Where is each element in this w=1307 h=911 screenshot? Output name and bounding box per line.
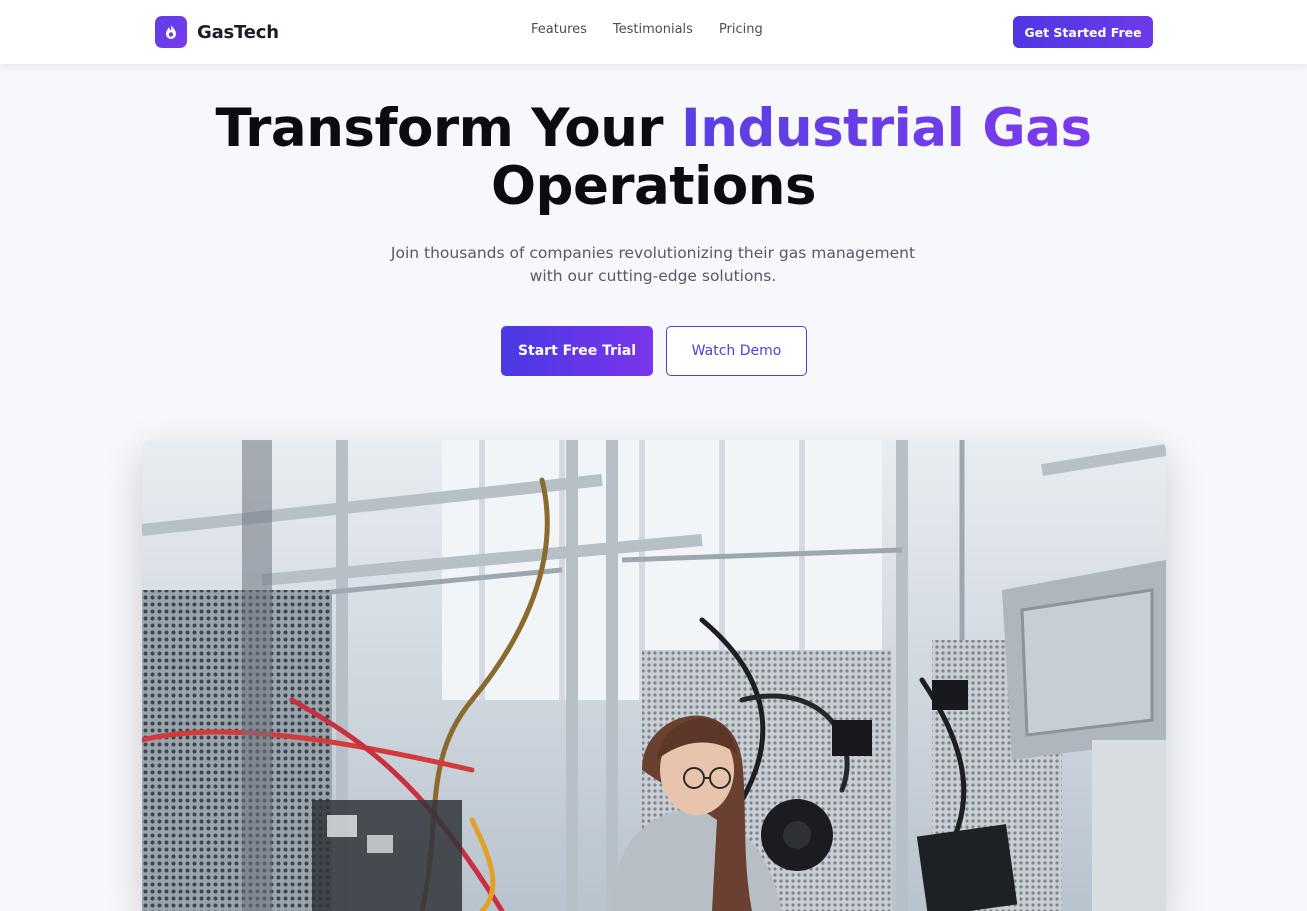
hero-title-plain: Transform Your (215, 98, 682, 159)
nav-link-pricing[interactable]: Pricing (719, 22, 763, 37)
hero-subtitle-line2: with our cutting-edge solutions. (529, 267, 777, 285)
hero-subtitle: Join thousands of companies revolutioniz… (353, 242, 953, 288)
hero-subtitle-line1: Join thousands of companies revolutioniz… (390, 244, 916, 262)
hero-title-line2: Operations (490, 156, 817, 217)
start-free-trial-button[interactable]: Start Free Trial (501, 326, 653, 376)
hero-photo (142, 440, 1166, 911)
hero-title: Transform Your Industrial Gas Operations (0, 100, 1307, 216)
nav-link-testimonials[interactable]: Testimonials (613, 22, 693, 37)
watch-demo-button[interactable]: Watch Demo (666, 326, 807, 376)
flame-icon (155, 16, 187, 48)
lab-scene-illustration (142, 440, 1166, 911)
top-navbar: GasTech Features Testimonials Pricing Ge… (0, 0, 1307, 64)
primary-nav: Features Testimonials Pricing (531, 22, 763, 37)
get-started-button[interactable]: Get Started Free (1013, 16, 1153, 48)
hero-title-accent: Industrial Gas (681, 98, 1092, 159)
nav-link-features[interactable]: Features (531, 22, 587, 37)
brand-name: GasTech (197, 21, 279, 43)
brand-logo[interactable]: GasTech (155, 16, 279, 48)
